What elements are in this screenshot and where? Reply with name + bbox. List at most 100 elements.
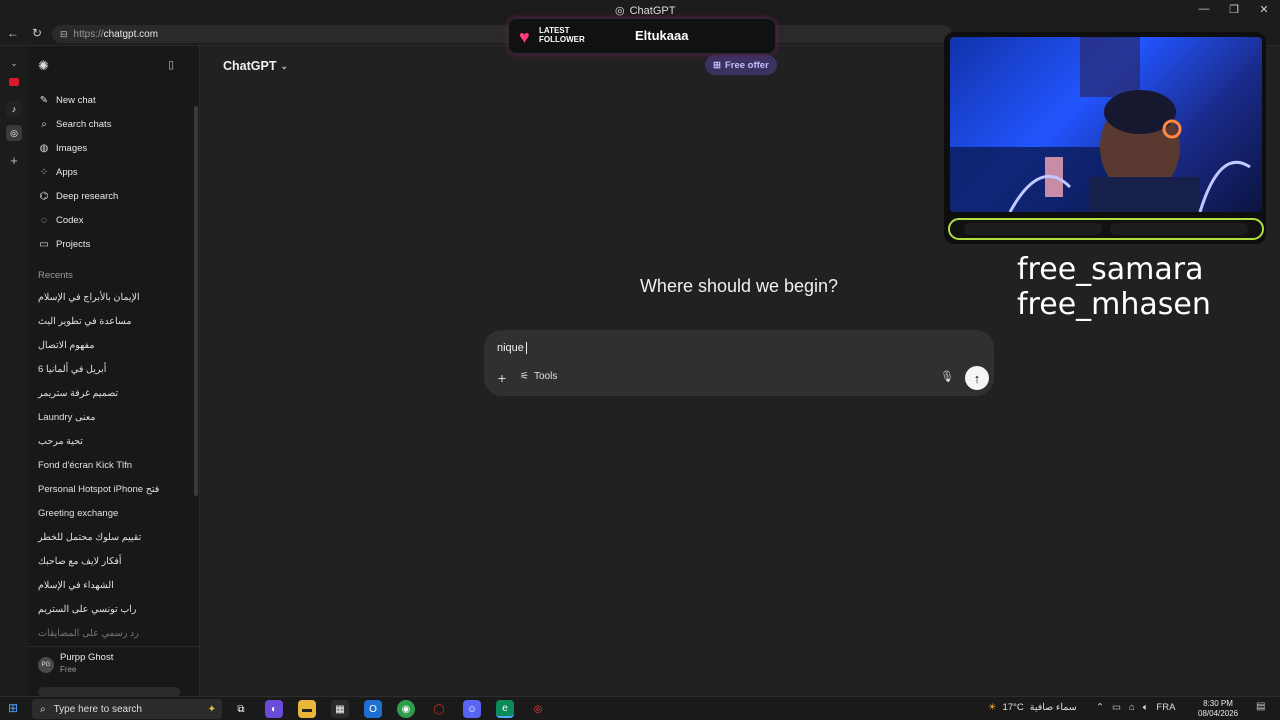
chevron-down-icon: ⌄	[280, 60, 289, 71]
back-arrow-icon[interactable]: ←	[6, 26, 20, 40]
sidebar-item-deep-research[interactable]: ⌬ Deep research	[38, 188, 119, 204]
obs-icon[interactable]: ◎	[529, 700, 547, 718]
latest-follower-overlay: ♥ LATEST FOLLOWER Eltukaaa	[508, 18, 776, 54]
tools-button[interactable]: ⚟ Tools	[520, 371, 557, 382]
language-indicator[interactable]: FRA	[1156, 702, 1175, 713]
weather-widget[interactable]: ☀ 17°C سماء صافية	[988, 702, 1077, 713]
add-tab-icon[interactable]: +	[6, 152, 22, 168]
recent-chat-item[interactable]: Greeting exchange	[38, 508, 118, 519]
file-explorer-icon[interactable]: ▬	[298, 700, 316, 718]
browser-tab[interactable]: ◎ ChatGPT	[615, 4, 675, 18]
text-caret	[525, 342, 527, 355]
deep-research-icon: ⌬	[39, 190, 49, 202]
overlay-text-line1: free_samara	[1017, 252, 1204, 287]
send-button[interactable]: ↑	[965, 366, 989, 390]
edge-icon[interactable]: e	[496, 700, 514, 718]
opera-icon[interactable]: ◯	[430, 700, 448, 718]
model-selector[interactable]: ChatGPT ⌄	[223, 59, 288, 73]
weather-icon: ☀	[988, 702, 997, 713]
recent-chat-item[interactable]: Laundry معنى	[38, 412, 95, 423]
codex-icon: ◌	[41, 214, 47, 226]
recent-chat-item[interactable]: رد رسمي على المضايقات	[38, 628, 139, 639]
sidebar-item-label: Search chats	[56, 118, 112, 130]
site-info-icon[interactable]: ⊟	[60, 29, 68, 40]
recent-chat-item[interactable]: Personal Hotspot iPhone فتح	[38, 484, 159, 495]
follower-name: Eltukaaa	[635, 28, 689, 43]
sidebar-item-new-chat[interactable]: ✎ New chat	[38, 92, 96, 108]
user-account-block[interactable]: PG Purpp Ghost Free	[28, 646, 200, 697]
recent-chat-item[interactable]: أفكار لايف مع صاحبك	[38, 556, 122, 567]
avatar: PG	[38, 657, 54, 673]
recent-chat-item[interactable]: Fond d'écran Kick Tlfn	[38, 460, 132, 471]
prompt-input[interactable]: nique	[497, 342, 527, 355]
sidebar-item-search-chats[interactable]: ⌕ Search chats	[38, 116, 111, 132]
chrome-icon[interactable]: ◉	[397, 700, 415, 718]
youtube-icon[interactable]	[9, 78, 19, 86]
recent-chat-item[interactable]: تحية مرحب	[38, 436, 83, 447]
store-icon[interactable]: ▦	[331, 700, 349, 718]
restore-icon[interactable]: ❐	[1226, 3, 1242, 16]
attach-plus-icon[interactable]: +	[494, 370, 510, 386]
search-icon: ⌕	[41, 118, 47, 130]
sidebar-item-label: Codex	[56, 214, 84, 226]
follower-caption-line1: LATEST	[539, 26, 570, 35]
tiktok-icon[interactable]: ♪	[6, 101, 22, 117]
follower-caption: LATEST FOLLOWER	[539, 26, 599, 44]
tools-label: Tools	[533, 371, 558, 382]
openai-logo-icon[interactable]: ✺	[38, 58, 49, 74]
sidebar-item-codex[interactable]: ◌ Codex	[38, 212, 83, 228]
network-icon[interactable]: ⌂	[1129, 702, 1135, 713]
sliders-icon: ⚟	[520, 371, 529, 382]
sparkle-icon: ✦	[207, 703, 216, 715]
url-host: chatgpt.com	[103, 28, 159, 40]
sidebar-item-label: Deep research	[56, 190, 119, 202]
taskbar-clock[interactable]: 8:30 PM 08/04/2026	[1198, 699, 1238, 719]
microphone-icon[interactable]: 🎙︎	[940, 370, 954, 383]
recent-chat-item[interactable]: الشهداء في الإسلام	[38, 580, 114, 591]
battery-icon[interactable]: ▭	[1112, 702, 1121, 713]
name-slot-left	[964, 223, 1102, 235]
sidebar-toggle-icon[interactable]: ▯	[168, 58, 174, 71]
minimize-icon[interactable]: —	[1196, 3, 1212, 15]
sidebar-item-apps[interactable]: ⁘ Apps	[38, 164, 78, 180]
recent-chat-item[interactable]: راب تونسي على الستريم	[38, 604, 137, 615]
volume-icon[interactable]: 🔈︎	[1143, 702, 1149, 713]
recent-chat-item[interactable]: تصميم غرفة ستريمر	[38, 388, 118, 399]
recent-chat-item[interactable]: الإيمان بالأبراج في الإسلام	[38, 292, 140, 303]
name-slot-right	[1110, 223, 1248, 235]
notification-icon[interactable]: ▤	[1256, 701, 1265, 712]
outlook-icon[interactable]: O	[364, 700, 382, 718]
chevron-up-icon[interactable]: ⌃	[1096, 702, 1104, 713]
model-label: ChatGPT	[223, 59, 277, 73]
discord-icon[interactable]: ☺	[463, 700, 481, 718]
url-input[interactable]: ⊟ https://chatgpt.com	[52, 25, 952, 43]
copilot-icon[interactable]: ◐	[265, 700, 283, 718]
reload-icon[interactable]: ↻	[30, 26, 44, 40]
recent-chat-item[interactable]: 6 أبريل في ألمانيا	[38, 364, 106, 375]
sidebar-item-projects[interactable]: ▭ Projects	[38, 236, 90, 252]
windows-taskbar: ⊞ ⌕ Type here to search ✦ ⧉ ◐ ▬ ▦ O ◉ ◯ …	[0, 696, 1280, 720]
chatgpt-sidebar: ✺ ▯ ✎ New chat ⌕ Search chats ◍ Images ⁘ App…	[28, 46, 200, 697]
free-offer-button[interactable]: ⊞ Free offer	[705, 55, 777, 75]
windows-start-icon[interactable]: ⊞	[8, 701, 24, 717]
recent-chat-item[interactable]: تقييم سلوك محتمل للخطر	[38, 532, 141, 543]
sidebar-item-label: New chat	[56, 94, 96, 106]
close-icon[interactable]: ✕	[1256, 3, 1272, 16]
system-tray[interactable]: ⌃ ▭ ⌂ 🔈︎ FRA	[1096, 702, 1175, 713]
sidebar-item-images[interactable]: ◍ Images	[38, 140, 88, 156]
task-view-icon[interactable]: ⧉	[232, 700, 250, 718]
images-icon: ◍	[39, 142, 49, 154]
user-plan: Free	[60, 665, 77, 674]
prompt-text: nique	[497, 342, 524, 354]
chatgpt-tab-icon[interactable]: ◎	[6, 125, 22, 141]
chevron-down-icon[interactable]: ⌄	[6, 55, 22, 71]
recent-chat-item[interactable]: مساعدة في تطوير البث	[38, 316, 131, 327]
taskbar-search[interactable]: ⌕ Type here to search ✦	[32, 699, 222, 719]
overlay-text-line2: free_mhasen	[1017, 287, 1211, 322]
message-composer[interactable]: nique + ⚟ Tools 🎙︎ ↑	[484, 330, 994, 396]
edit-icon: ✎	[39, 94, 49, 106]
gift-icon: ⊞	[713, 59, 721, 71]
recent-chat-item[interactable]: مفهوم الاتصال	[38, 340, 94, 351]
sidebar-scrollbar[interactable]	[194, 106, 198, 496]
webcam-name-bar	[948, 218, 1264, 240]
